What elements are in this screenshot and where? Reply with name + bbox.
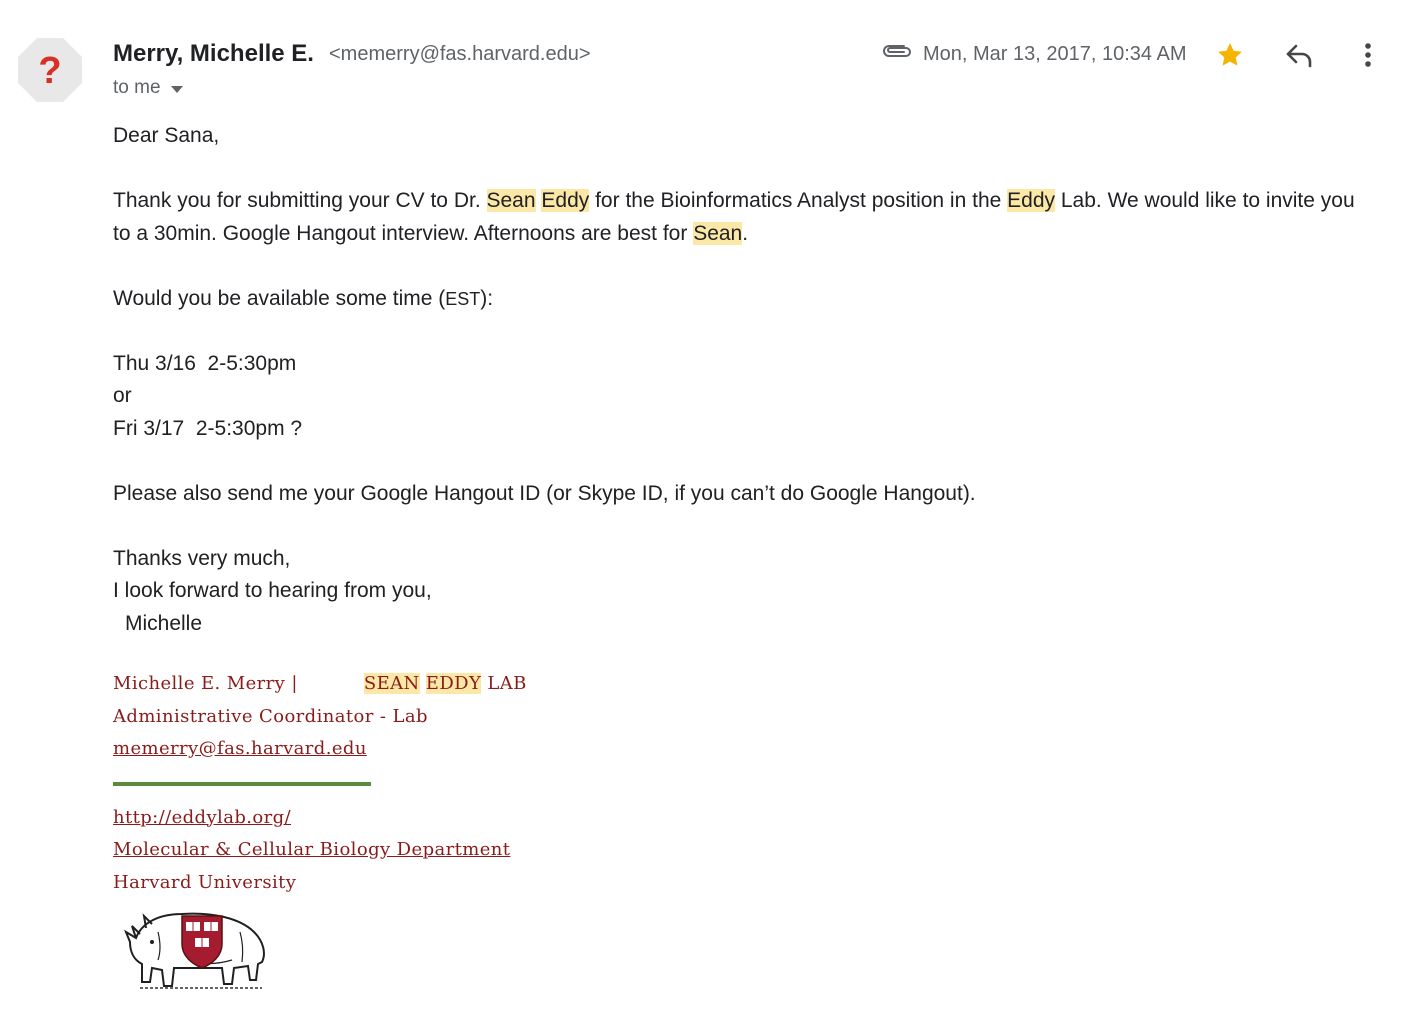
sender-name: Merry, Michelle E. [113, 40, 314, 67]
closing-line: Thanks very much, [113, 546, 291, 570]
option-line: Thu 3/16 2-5:30pm [113, 351, 297, 375]
sender-email: <memerry@fas.harvard.edu> [329, 43, 591, 65]
signature-email-link[interactable]: memerry@fas.harvard.edu [113, 738, 367, 759]
text: LAB [487, 673, 527, 694]
availability-question: Would you be available some time (EST): [113, 283, 1373, 316]
email-body: Dear Sana, Thank you for submitting your… [113, 120, 1373, 640]
recipient-details-toggle[interactable]: to me [113, 77, 183, 99]
unknown-sender-icon: ? [18, 38, 82, 102]
avatar-symbol: ? [38, 50, 61, 92]
signature-university: Harvard University [113, 871, 297, 893]
more-vert-icon[interactable] [1358, 40, 1378, 75]
signature-title: Administrative Coordinator - Lab [113, 705, 428, 727]
email-date: Mon, Mar 13, 2017, 10:34 AM [923, 43, 1187, 65]
body-paragraph-1: Thank you for submitting your CV to Dr. … [113, 185, 1373, 250]
recipient-label: to me [113, 77, 161, 98]
signature-name: Michelle E. Merry | [113, 673, 298, 694]
email-signature: Michelle E. Merry | SEAN EDDY LAB Adminis… [113, 668, 527, 899]
search-highlight: EDDY [425, 673, 482, 694]
star-icon[interactable] [1214, 40, 1246, 75]
search-highlight: Eddy [1007, 189, 1056, 212]
closing-line: Michelle [125, 611, 203, 635]
option-line: Fri 3/17 2-5:30pm ? [113, 416, 303, 440]
text: Would you be available some time ( [113, 286, 446, 310]
signature-divider [113, 781, 371, 786]
text: ): [480, 286, 494, 310]
search-highlight: Sean [486, 189, 536, 212]
search-highlight: Sean [693, 221, 743, 245]
body-paragraph-3: Please also send me your Google Hangout … [113, 481, 976, 505]
text: for the Bioinformatics Analyst position … [589, 189, 1008, 212]
reply-icon[interactable] [1284, 42, 1314, 73]
search-highlight: SEAN [363, 673, 420, 694]
signature-name-line: Michelle E. Merry | SEAN EDDY LAB [113, 668, 527, 701]
option-line: or [113, 384, 132, 407]
search-highlight: Eddy [541, 189, 590, 212]
paperclip-icon [880, 42, 912, 65]
sender-avatar[interactable]: ? [18, 38, 82, 102]
text: . [742, 221, 749, 245]
department-link[interactable]: Molecular & Cellular Biology Department [113, 839, 510, 860]
lab-website-link[interactable]: http://eddylab.org/ [113, 807, 291, 828]
harvard-rhino-logo [122, 902, 270, 999]
timezone: EST [445, 288, 481, 309]
text: Thank you for submitting your CV to Dr. [113, 189, 487, 212]
lab-name: SEAN EDDY LAB [363, 673, 527, 694]
greeting: Dear Sana, [113, 124, 220, 147]
closing-line: I look forward to hearing from you, [113, 579, 432, 602]
chevron-down-icon [170, 85, 183, 93]
